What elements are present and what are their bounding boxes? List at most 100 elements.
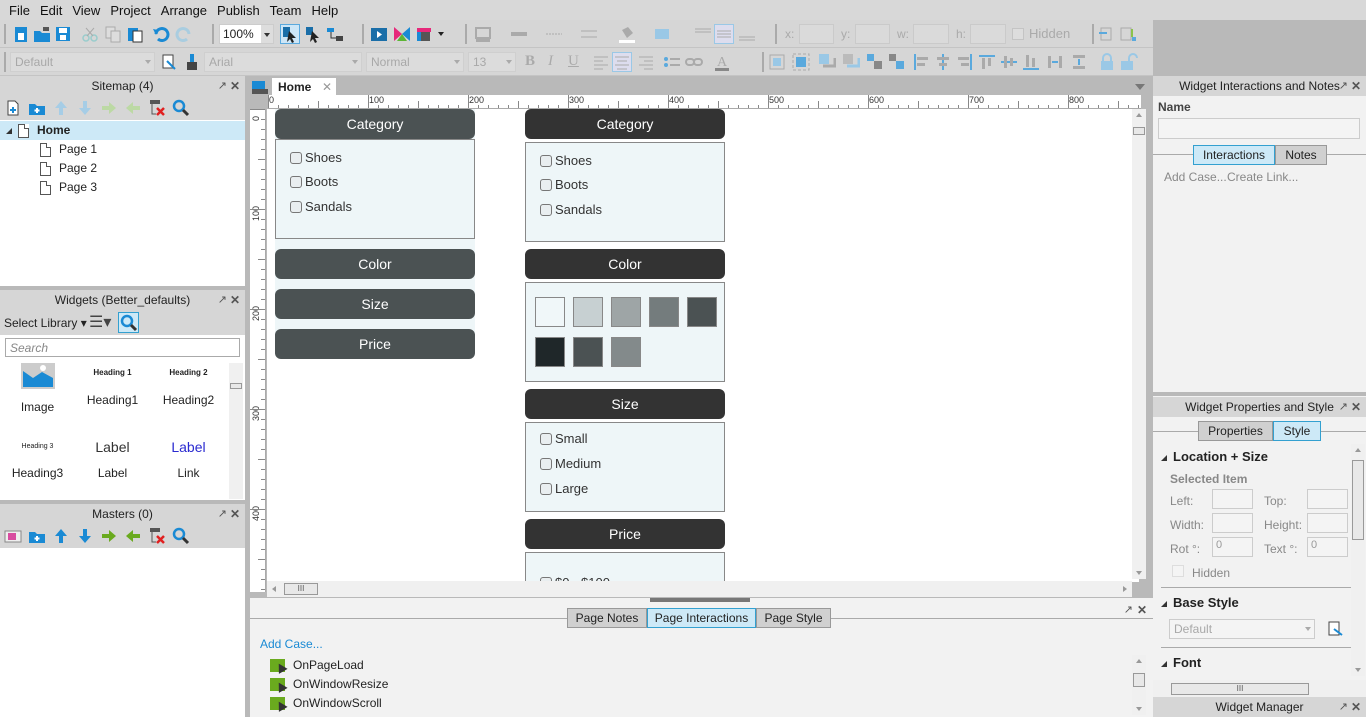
menu-arrange[interactable]: Arrange <box>156 3 212 18</box>
accordion-header-category[interactable]: Category <box>525 109 725 139</box>
hidden-checkbox[interactable] <box>1012 28 1024 40</box>
color-swatch[interactable] <box>535 337 565 367</box>
add-folder-icon[interactable] <box>28 99 46 117</box>
select-intersected-icon[interactable] <box>280 24 300 44</box>
share-icon[interactable] <box>393 25 411 43</box>
scroll-down-icon[interactable] <box>1136 707 1142 711</box>
move-up-icon[interactable] <box>52 99 70 117</box>
distribute-horizontal-icon[interactable] <box>1046 53 1064 71</box>
widget-image[interactable]: Image <box>10 363 65 414</box>
zoom-select[interactable]: 100% <box>219 24 274 44</box>
tab-style[interactable]: Style <box>1273 421 1321 441</box>
checkbox[interactable] <box>540 154 552 167</box>
checkbox-shoes[interactable]: Shoes <box>540 153 592 168</box>
search-icon[interactable] <box>172 527 190 545</box>
align-left-icon[interactable] <box>592 53 610 71</box>
checkbox[interactable] <box>290 200 302 213</box>
text-rotation-input[interactable]: 0 <box>1307 537 1348 557</box>
scrollbar-thumb[interactable]: III <box>284 583 318 595</box>
arrow-style-icon[interactable] <box>580 25 598 43</box>
pin-icon[interactable]: ↗ <box>1339 697 1348 717</box>
color-swatch[interactable] <box>573 337 603 367</box>
w-input[interactable] <box>913 24 949 44</box>
search-toggle-icon[interactable] <box>118 312 139 333</box>
menu-publish[interactable]: Publish <box>212 3 265 18</box>
interactions-scrollbar[interactable] <box>1132 655 1146 715</box>
font-size-select[interactable]: 13 <box>468 52 516 72</box>
group-icon[interactable] <box>768 53 786 71</box>
add-case-link[interactable]: Add Case... <box>1164 170 1227 184</box>
delete-page-icon[interactable] <box>148 99 166 117</box>
sitemap-item-home[interactable]: Home <box>0 121 245 140</box>
menu-help[interactable]: Help <box>306 3 343 18</box>
indent-icon[interactable] <box>100 527 118 545</box>
copy-icon[interactable] <box>104 25 122 43</box>
select-contained-icon[interactable] <box>304 25 322 43</box>
scrollbar-thumb[interactable] <box>230 383 242 389</box>
close-tab-icon[interactable]: ✕ <box>322 80 332 94</box>
close-icon[interactable]: ✕ <box>1137 603 1147 617</box>
menu-project[interactable]: Project <box>105 3 155 18</box>
align-top-edges-icon[interactable] <box>978 53 996 71</box>
widget-search-input[interactable]: Search <box>5 338 240 357</box>
align-top-icon[interactable] <box>694 25 712 43</box>
adaptive-views-icon[interactable] <box>252 80 268 94</box>
align-right-icon[interactable] <box>637 53 655 71</box>
design-canvas[interactable]: Category Shoes Boots Sandals Color Size … <box>267 109 1139 582</box>
create-link-link[interactable]: Create Link... <box>1227 170 1298 184</box>
x-input[interactable] <box>799 24 834 44</box>
scrollbar-thumb[interactable] <box>1133 673 1145 687</box>
checkbox-boots[interactable]: Boots <box>290 174 338 189</box>
preview-icon[interactable] <box>370 25 388 43</box>
widgets-scrollbar[interactable] <box>229 363 243 499</box>
canvas-horizontal-scrollbar[interactable]: III <box>267 581 1132 597</box>
publish-icon[interactable] <box>416 25 434 43</box>
scroll-right-icon[interactable] <box>1123 586 1127 592</box>
unlock-icon[interactable] <box>1120 53 1138 71</box>
pin-icon[interactable]: ↗ <box>1124 603 1133 616</box>
checkbox-small[interactable]: Small <box>540 431 588 446</box>
checkbox[interactable] <box>540 178 552 191</box>
tab-interactions[interactable]: Interactions <box>1193 145 1275 165</box>
accordion-header-size[interactable]: Size <box>525 389 725 419</box>
close-icon[interactable]: ✕ <box>230 76 240 96</box>
cut-icon[interactable] <box>81 25 99 43</box>
panel-splitter[interactable] <box>650 598 750 602</box>
event-onpageload[interactable]: OnPageLoad <box>270 658 364 672</box>
bullets-icon[interactable] <box>663 53 681 71</box>
close-icon[interactable]: ✕ <box>1351 697 1361 717</box>
tab-page-notes[interactable]: Page Notes <box>567 608 647 628</box>
indent-icon[interactable] <box>100 99 118 117</box>
properties-vertical-scrollbar[interactable] <box>1351 444 1365 676</box>
pin-icon[interactable]: ↗ <box>218 504 227 524</box>
line-weight-icon[interactable] <box>510 25 528 43</box>
top-input[interactable] <box>1307 489 1348 509</box>
base-style-select[interactable]: Default <box>1169 619 1315 639</box>
add-case-link[interactable]: Add Case... <box>260 637 323 651</box>
scrollbar-thumb[interactable] <box>1352 460 1364 540</box>
color-swatch[interactable] <box>535 297 565 327</box>
menu-team[interactable]: Team <box>265 3 307 18</box>
checkbox[interactable] <box>290 151 302 164</box>
h-input[interactable] <box>970 24 1006 44</box>
widget-name-input[interactable] <box>1158 118 1360 139</box>
toolbar-grip[interactable] <box>762 52 764 72</box>
add-page-icon[interactable] <box>4 99 22 117</box>
checkbox-sandals[interactable]: Sandals <box>290 199 352 214</box>
accordion-header-price[interactable]: Price <box>525 519 725 549</box>
font-weight-select[interactable]: Normal <box>366 52 464 72</box>
fill-color-icon[interactable] <box>618 25 636 43</box>
sitemap-item-page-3[interactable]: Page 3 <box>40 178 97 197</box>
panel-splitter[interactable] <box>1153 392 1366 396</box>
align-center-icon[interactable] <box>612 52 632 72</box>
scroll-up-icon[interactable] <box>1355 448 1361 452</box>
format-painter-icon[interactable] <box>161 53 179 71</box>
ungroup-icon[interactable] <box>792 53 810 71</box>
redo-icon[interactable] <box>175 25 193 43</box>
chevron-down-icon[interactable] <box>438 32 444 36</box>
style-select[interactable]: Default <box>10 52 155 72</box>
align-bottom-edges-icon[interactable] <box>1022 53 1040 71</box>
scrollbar-thumb[interactable]: III <box>1171 683 1309 695</box>
height-input[interactable] <box>1307 513 1348 533</box>
new-file-icon[interactable] <box>12 25 30 43</box>
